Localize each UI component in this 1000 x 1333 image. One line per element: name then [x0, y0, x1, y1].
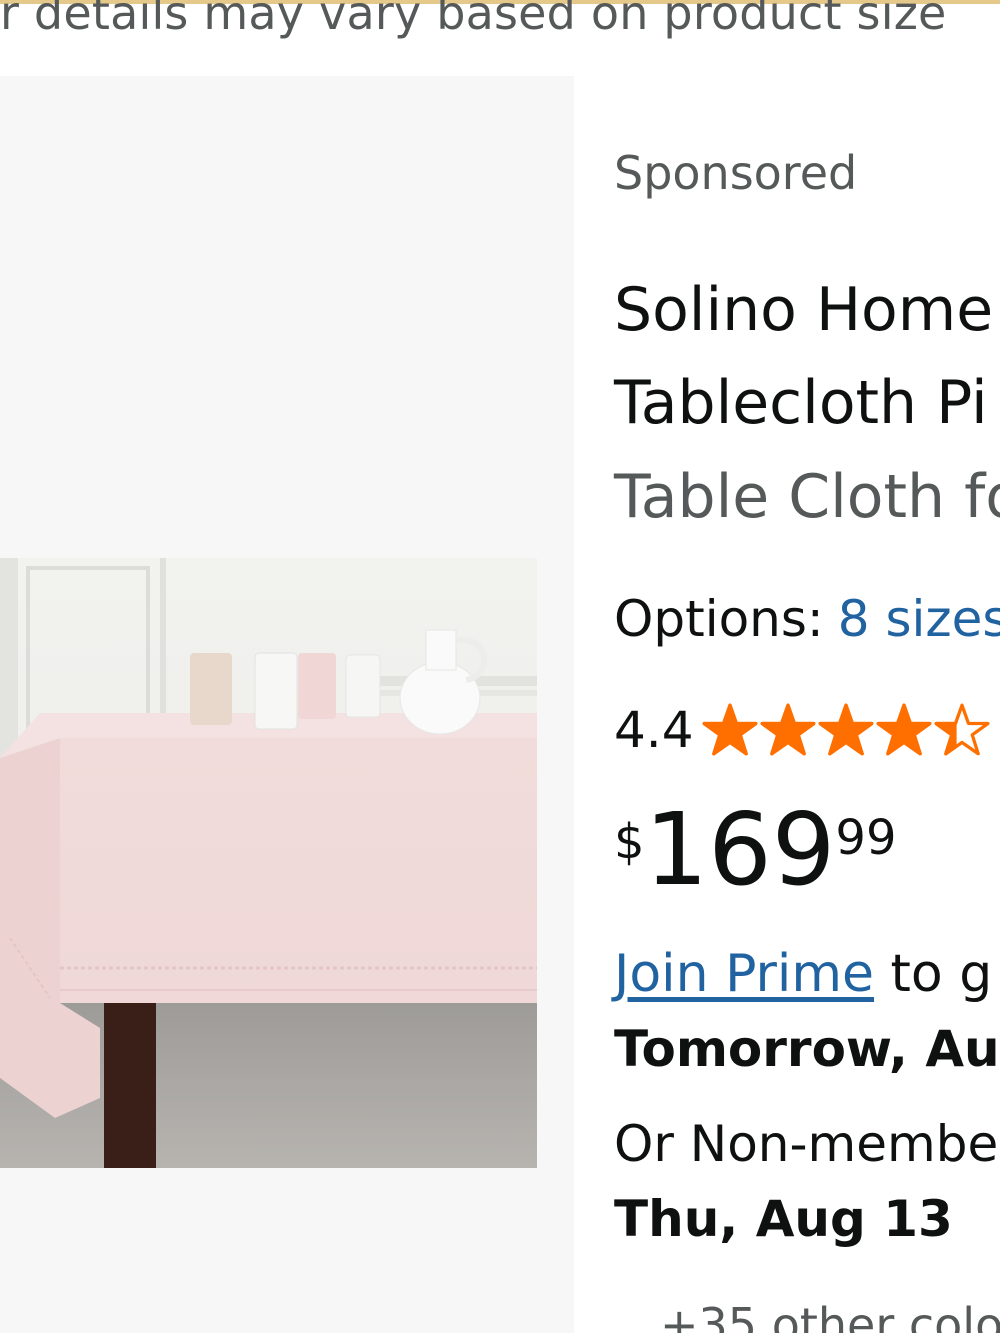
prime-delivery-date: Tomorrow, Aug — [614, 1020, 1000, 1078]
price: $16999 — [614, 800, 897, 900]
star-full-icon — [875, 703, 932, 756]
price-whole: 169 — [644, 791, 836, 908]
star-full-icon — [759, 703, 816, 756]
star-half-icon — [933, 703, 990, 756]
prime-delivery-line: Join Prime to g — [614, 944, 992, 1004]
rating-value: 4.4 — [614, 701, 694, 759]
prime-delivery-text: to g — [874, 944, 993, 1004]
price-currency: $ — [614, 814, 645, 870]
product-title-line-1[interactable]: Solino Home — [614, 275, 993, 345]
product-image[interactable] — [0, 558, 537, 1168]
nonmember-delivery-label: Or Non-membe — [614, 1115, 999, 1173]
star-rating — [701, 703, 992, 757]
star-full-icon — [817, 703, 874, 756]
other-colors-link[interactable]: +35 other colo — [660, 1298, 1000, 1333]
product-title-line-3[interactable]: Table Cloth fo — [614, 462, 1000, 532]
size-variation-note: r details may vary based on product size — [0, 0, 947, 40]
price-fraction: 99 — [835, 810, 897, 866]
tablecloth-photo-icon — [0, 558, 537, 1168]
product-listing-page: r details may vary based on product size — [0, 0, 1000, 1333]
join-prime-link[interactable]: Join Prime — [614, 944, 874, 1004]
options-sizes-link[interactable]: 8 sizes — [838, 590, 1000, 648]
options-row: Options: 8 sizes — [614, 590, 1000, 648]
divider — [0, 62, 1000, 76]
rating-row[interactable]: 4.4 — [614, 700, 992, 760]
product-title-line-2[interactable]: Tablecloth Pi — [614, 368, 988, 438]
sponsored-label[interactable]: Sponsored — [614, 146, 857, 200]
nonmember-delivery-date: Thu, Aug 13 — [614, 1190, 953, 1248]
star-full-icon — [701, 703, 758, 756]
options-label: Options: — [614, 590, 824, 648]
